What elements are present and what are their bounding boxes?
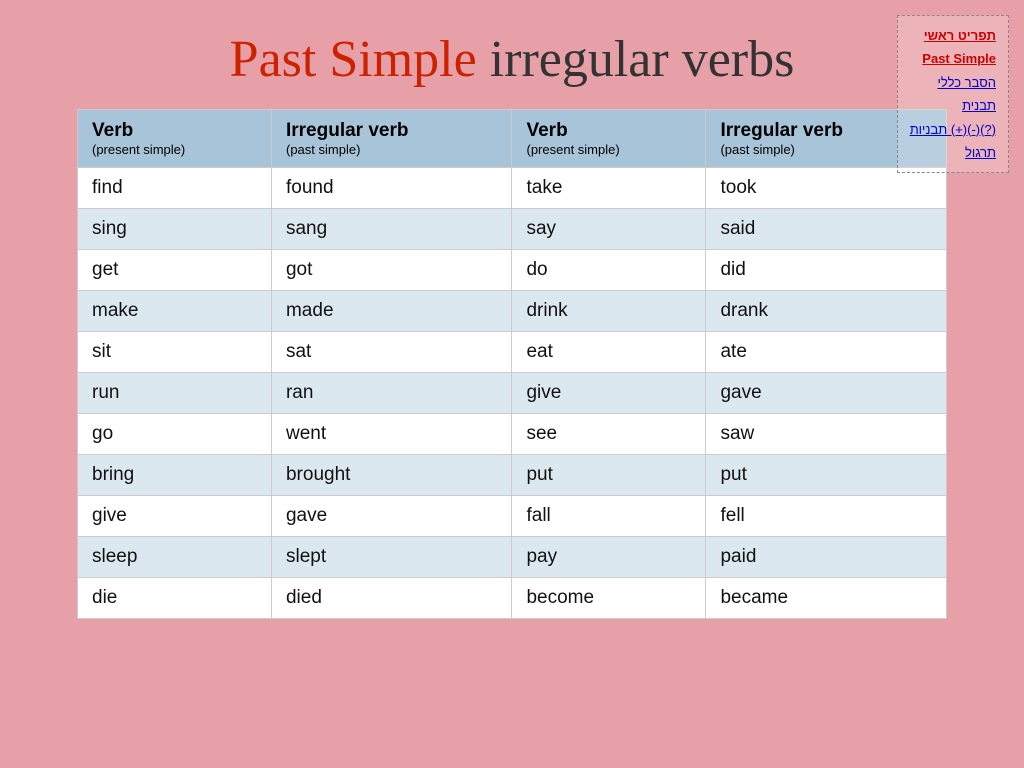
cell-0-3: took xyxy=(706,168,947,209)
nav-item-tirgul[interactable]: תרגול xyxy=(910,141,996,164)
cell-4-3: ate xyxy=(706,332,947,373)
header-irregular-past: Irregular verb (past simple) xyxy=(271,110,512,168)
nav-item-tavniot[interactable]: תבניות (+)(-)(?) xyxy=(910,118,996,141)
nav-item-hasbara[interactable]: הסבר כללי xyxy=(910,71,996,94)
cell-8-0: give xyxy=(78,496,272,537)
table-row: singsangsaysaid xyxy=(78,209,947,250)
cell-8-1: gave xyxy=(271,496,512,537)
table-row: diediedbecomebecame xyxy=(78,578,947,619)
cell-0-2: take xyxy=(512,168,706,209)
cell-1-0: sing xyxy=(78,209,272,250)
cell-3-0: make xyxy=(78,291,272,332)
cell-9-3: paid xyxy=(706,537,947,578)
cell-7-3: put xyxy=(706,455,947,496)
table-row: runrangivegave xyxy=(78,373,947,414)
cell-4-2: eat xyxy=(512,332,706,373)
cell-6-2: see xyxy=(512,414,706,455)
cell-3-1: made xyxy=(271,291,512,332)
cell-7-1: brought xyxy=(271,455,512,496)
cell-1-2: say xyxy=(512,209,706,250)
cell-3-2: drink xyxy=(512,291,706,332)
cell-7-0: bring xyxy=(78,455,272,496)
nav-item-past-simple[interactable]: Past Simple xyxy=(910,47,996,70)
nav-item-tafrit[interactable]: תפריט ראשי xyxy=(910,24,996,47)
table-row: sleepsleptpaypaid xyxy=(78,537,947,578)
cell-2-1: got xyxy=(271,250,512,291)
cell-6-1: went xyxy=(271,414,512,455)
nav-item-tavnit[interactable]: תבנית xyxy=(910,94,996,117)
cell-2-0: get xyxy=(78,250,272,291)
table-row: sitsateatate xyxy=(78,332,947,373)
table-header-row: Verb (present simple) Irregular verb (pa… xyxy=(78,110,947,168)
table-row: getgotdodid xyxy=(78,250,947,291)
page-container: תפריט ראשי Past Simple הסבר כללי תבנית ת… xyxy=(0,0,1024,768)
table-row: findfoundtaketook xyxy=(78,168,947,209)
cell-9-0: sleep xyxy=(78,537,272,578)
table-wrapper: Verb (present simple) Irregular verb (pa… xyxy=(77,109,947,619)
sidebar-nav: תפריט ראשי Past Simple הסבר כללי תבנית ת… xyxy=(897,15,1009,173)
cell-9-1: slept xyxy=(271,537,512,578)
cell-8-3: fell xyxy=(706,496,947,537)
cell-4-0: sit xyxy=(78,332,272,373)
cell-8-2: fall xyxy=(512,496,706,537)
cell-10-1: died xyxy=(271,578,512,619)
cell-9-2: pay xyxy=(512,537,706,578)
title-irregular-verbs: irregular verbs xyxy=(490,31,795,88)
table-row: makemadedrinkdrank xyxy=(78,291,947,332)
cell-5-1: ran xyxy=(271,373,512,414)
cell-0-1: found xyxy=(271,168,512,209)
cell-5-3: gave xyxy=(706,373,947,414)
table-row: bringbroughtputput xyxy=(78,455,947,496)
cell-10-2: become xyxy=(512,578,706,619)
cell-4-1: sat xyxy=(271,332,512,373)
table-row: gowentseesaw xyxy=(78,414,947,455)
cell-7-2: put xyxy=(512,455,706,496)
cell-5-0: run xyxy=(78,373,272,414)
page-title: Past Simple irregular verbs xyxy=(30,20,994,89)
table-row: givegavefallfell xyxy=(78,496,947,537)
cell-1-1: sang xyxy=(271,209,512,250)
cell-6-0: go xyxy=(78,414,272,455)
cell-10-3: became xyxy=(706,578,947,619)
cell-3-3: drank xyxy=(706,291,947,332)
cell-10-0: die xyxy=(78,578,272,619)
verb-table: Verb (present simple) Irregular verb (pa… xyxy=(77,109,947,619)
cell-2-2: do xyxy=(512,250,706,291)
header-verb-present: Verb (present simple) xyxy=(78,110,272,168)
cell-2-3: did xyxy=(706,250,947,291)
cell-6-3: saw xyxy=(706,414,947,455)
cell-5-2: give xyxy=(512,373,706,414)
header-verb-present-2: Verb (present simple) xyxy=(512,110,706,168)
title-past-simple: Past Simple xyxy=(230,31,477,88)
cell-1-3: said xyxy=(706,209,947,250)
cell-0-0: find xyxy=(78,168,272,209)
